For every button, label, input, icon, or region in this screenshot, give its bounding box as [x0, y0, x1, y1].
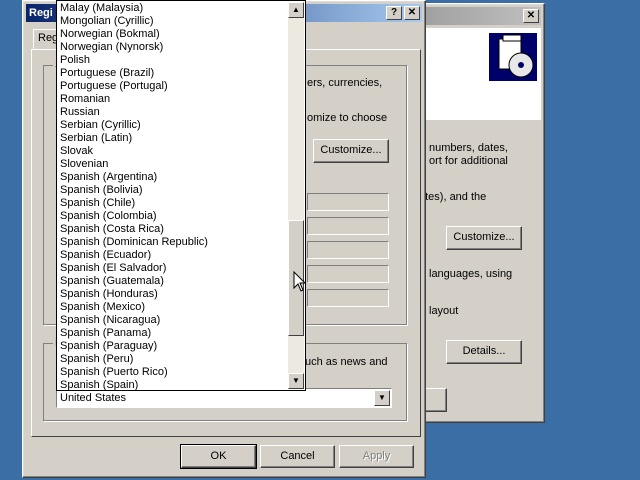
customize-button[interactable]: Customize...	[313, 139, 389, 163]
list-item[interactable]: Spanish (Bolivia)	[58, 184, 290, 197]
list-item[interactable]: Malay (Malaysia)	[58, 2, 290, 15]
list-item[interactable]: Spanish (Honduras)	[58, 288, 290, 301]
mouse-pointer-icon	[293, 270, 307, 296]
back-text-numbers: numbers, dates,	[429, 142, 508, 154]
list-item[interactable]: Spanish (Nicaragua)	[58, 314, 290, 327]
sample-field-3	[307, 241, 389, 259]
text-customize-choose: omize to choose	[307, 112, 388, 124]
list-item[interactable]: Serbian (Latin)	[58, 132, 290, 145]
list-item[interactable]: Spanish (Mexico)	[58, 301, 290, 314]
ok-button[interactable]: OK	[180, 444, 257, 469]
close-button[interactable]: ✕	[404, 6, 420, 20]
language-list-items: Malay (Malaysia) Mongolian (Cyrillic) Norw…	[58, 2, 290, 390]
list-item[interactable]: Spanish (Puerto Rico)	[58, 366, 290, 379]
chevron-down-icon[interactable]: ▼	[374, 390, 390, 406]
text-currencies: ers, currencies,	[307, 77, 383, 89]
package-disc-icon	[489, 33, 537, 81]
list-item[interactable]: Mongolian (Cyrillic)	[58, 15, 290, 28]
list-item[interactable]: Russian	[58, 106, 290, 119]
list-item[interactable]: Spanish (Dominican Republic)	[58, 236, 290, 249]
sample-field-4	[307, 265, 389, 283]
close-icon[interactable]: ✕	[523, 9, 539, 23]
back-text-support: ort for additional	[429, 155, 508, 167]
back-details-button[interactable]: Details...	[446, 340, 522, 364]
cancel-button[interactable]: Cancel	[260, 445, 335, 468]
list-item[interactable]: Spanish (Paraguay)	[58, 340, 290, 353]
sample-field-1	[307, 193, 389, 211]
back-text-layout: layout	[429, 305, 459, 317]
back-text-languages: languages, using	[429, 268, 513, 280]
list-item[interactable]: Spanish (Peru)	[58, 353, 290, 366]
list-item[interactable]: Spanish (El Salvador)	[58, 262, 290, 275]
location-combo[interactable]: United States ▼	[56, 388, 392, 408]
list-item[interactable]: Spanish (Costa Rica)	[58, 223, 290, 236]
language-dropdown-list[interactable]: Malay (Malaysia) Mongolian (Cyrillic) Norw…	[56, 0, 306, 391]
apply-button[interactable]: Apply	[339, 445, 414, 468]
list-item[interactable]: Portuguese (Brazil)	[58, 67, 290, 80]
list-item[interactable]: Spanish (Guatemala)	[58, 275, 290, 288]
sample-field-2	[307, 217, 389, 235]
list-item[interactable]: Spanish (Ecuador)	[58, 249, 290, 262]
sample-field-5	[307, 289, 389, 307]
help-button[interactable]: ?	[386, 6, 402, 20]
list-item[interactable]: Spanish (Chile)	[58, 197, 290, 210]
list-scrollbar[interactable]: ▲ ▼	[288, 2, 304, 389]
list-item[interactable]: Polish	[58, 54, 290, 67]
list-item[interactable]: Norwegian (Nynorsk)	[58, 41, 290, 54]
list-item[interactable]: Spanish (Spain)	[58, 379, 290, 390]
window-title: Regi	[29, 7, 53, 19]
text-news: uch as news and	[305, 356, 388, 368]
list-item[interactable]: Serbian (Cyrillic)	[58, 119, 290, 132]
list-item[interactable]: Spanish (Argentina)	[58, 171, 290, 184]
scroll-up-button[interactable]: ▲	[288, 2, 304, 18]
scroll-down-button[interactable]: ▼	[288, 373, 304, 389]
list-item[interactable]: Spanish (Panama)	[58, 327, 290, 340]
location-combo-value: United States	[60, 392, 127, 404]
back-customize-button[interactable]: Customize...	[446, 226, 522, 250]
list-item[interactable]: Portuguese (Portugal)	[58, 80, 290, 93]
list-item[interactable]: Norwegian (Bokmal)	[58, 28, 290, 41]
back-text-states: ates), and the	[419, 191, 487, 203]
list-item[interactable]: Spanish (Colombia)	[58, 210, 290, 223]
list-item[interactable]: Romanian	[58, 93, 290, 106]
list-item[interactable]: Slovenian	[58, 158, 290, 171]
list-item[interactable]: Slovak	[58, 145, 290, 158]
